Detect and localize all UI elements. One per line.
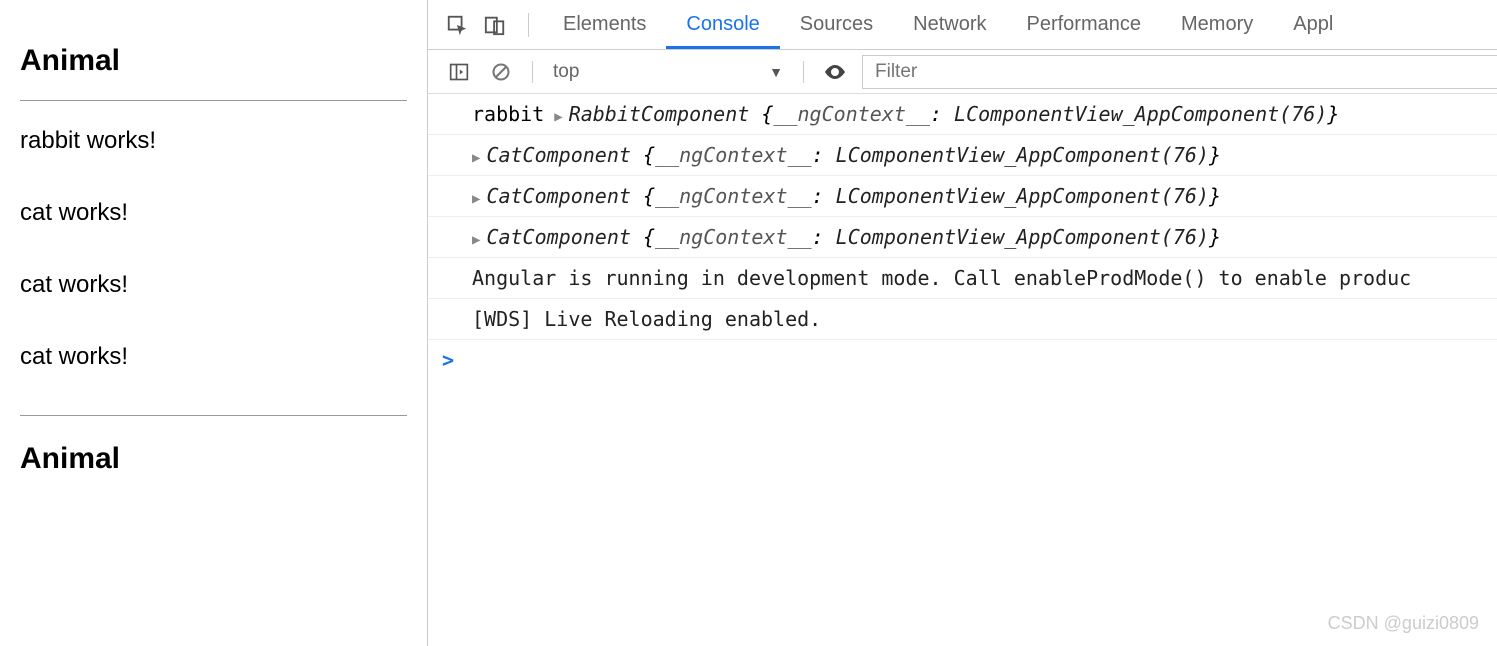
object-key: __ngContext__ [655,143,812,167]
page-content: Animal rabbit works! cat works! cat work… [0,0,428,646]
log-prefix: rabbit [472,102,544,126]
sidebar-toggle-icon[interactable] [446,59,472,85]
console-log-row[interactable]: ▶ CatComponent { __ngContext__ : LCompon… [428,176,1497,217]
tab-application[interactable]: Appl [1273,0,1353,49]
chevron-down-icon: ▼ [769,64,783,80]
heading-animal-2: Animal [20,442,407,476]
tab-label: Sources [800,13,873,36]
tab-label: Network [913,13,986,36]
expand-icon[interactable]: ▶ [472,191,480,207]
console-log-row[interactable]: ▶ CatComponent { __ngContext__ : LCompon… [428,217,1497,258]
devtools-panel: Elements Console Sources Network Perform… [428,0,1497,646]
device-toggle-icon[interactable] [482,12,508,38]
list-item: cat works! [20,271,407,299]
object-name: RabbitComponent [569,102,750,126]
tab-label: Performance [1027,13,1142,36]
watermark: CSDN @guizi0809 [1328,613,1479,634]
tab-label: Appl [1293,13,1333,36]
object-name: CatComponent [486,143,631,167]
context-label: top [553,61,579,83]
object-key: __ngContext__ [773,102,930,126]
context-selector[interactable]: top ▼ [543,61,793,83]
separator [528,13,529,37]
log-message: [WDS] Live Reloading enabled. [472,307,821,331]
expand-icon[interactable]: ▶ [554,109,562,125]
console-message-row[interactable]: Angular is running in development mode. … [428,258,1497,299]
list-item: cat works! [20,343,407,371]
console-toolbar: top ▼ [428,50,1497,94]
object-value: LComponentView_AppComponent(76) [836,225,1209,249]
object-key: __ngContext__ [655,184,812,208]
tab-label: Console [686,13,759,36]
divider [20,415,407,416]
tab-label: Elements [563,13,646,36]
console-prompt[interactable]: > [428,340,1497,380]
tab-sources[interactable]: Sources [780,0,893,49]
object-key: __ngContext__ [655,225,812,249]
tab-memory[interactable]: Memory [1161,0,1273,49]
filter-input[interactable] [862,55,1497,89]
separator [532,61,533,83]
inspect-element-icon[interactable] [444,12,470,38]
separator [803,61,804,83]
console-output: rabbit ▶ RabbitComponent { __ngContext__… [428,94,1497,646]
object-name: CatComponent [486,225,631,249]
expand-icon[interactable]: ▶ [472,232,480,248]
tab-performance[interactable]: Performance [1007,0,1162,49]
object-name: CatComponent [486,184,631,208]
list-item: rabbit works! [20,127,407,155]
log-message: Angular is running in development mode. … [472,266,1411,290]
expand-icon[interactable]: ▶ [472,150,480,166]
console-log-row[interactable]: rabbit ▶ RabbitComponent { __ngContext__… [428,94,1497,135]
devtools-tabs: Elements Console Sources Network Perform… [428,0,1497,50]
tab-console[interactable]: Console [666,0,779,49]
console-message-row[interactable]: [WDS] Live Reloading enabled. [428,299,1497,340]
list-item: cat works! [20,199,407,227]
tab-label: Memory [1181,13,1253,36]
divider [20,100,407,101]
heading-animal-1: Animal [20,44,407,78]
clear-console-icon[interactable] [488,59,514,85]
object-value: LComponentView_AppComponent(76) [836,184,1209,208]
console-log-row[interactable]: ▶ CatComponent { __ngContext__ : LCompon… [428,135,1497,176]
tab-network[interactable]: Network [893,0,1006,49]
tab-elements[interactable]: Elements [543,0,666,49]
eye-icon[interactable] [822,59,848,85]
prompt-caret-icon: > [442,348,454,372]
object-value: LComponentView_AppComponent(76) [836,143,1209,167]
object-value: LComponentView_AppComponent(76) [954,102,1327,126]
